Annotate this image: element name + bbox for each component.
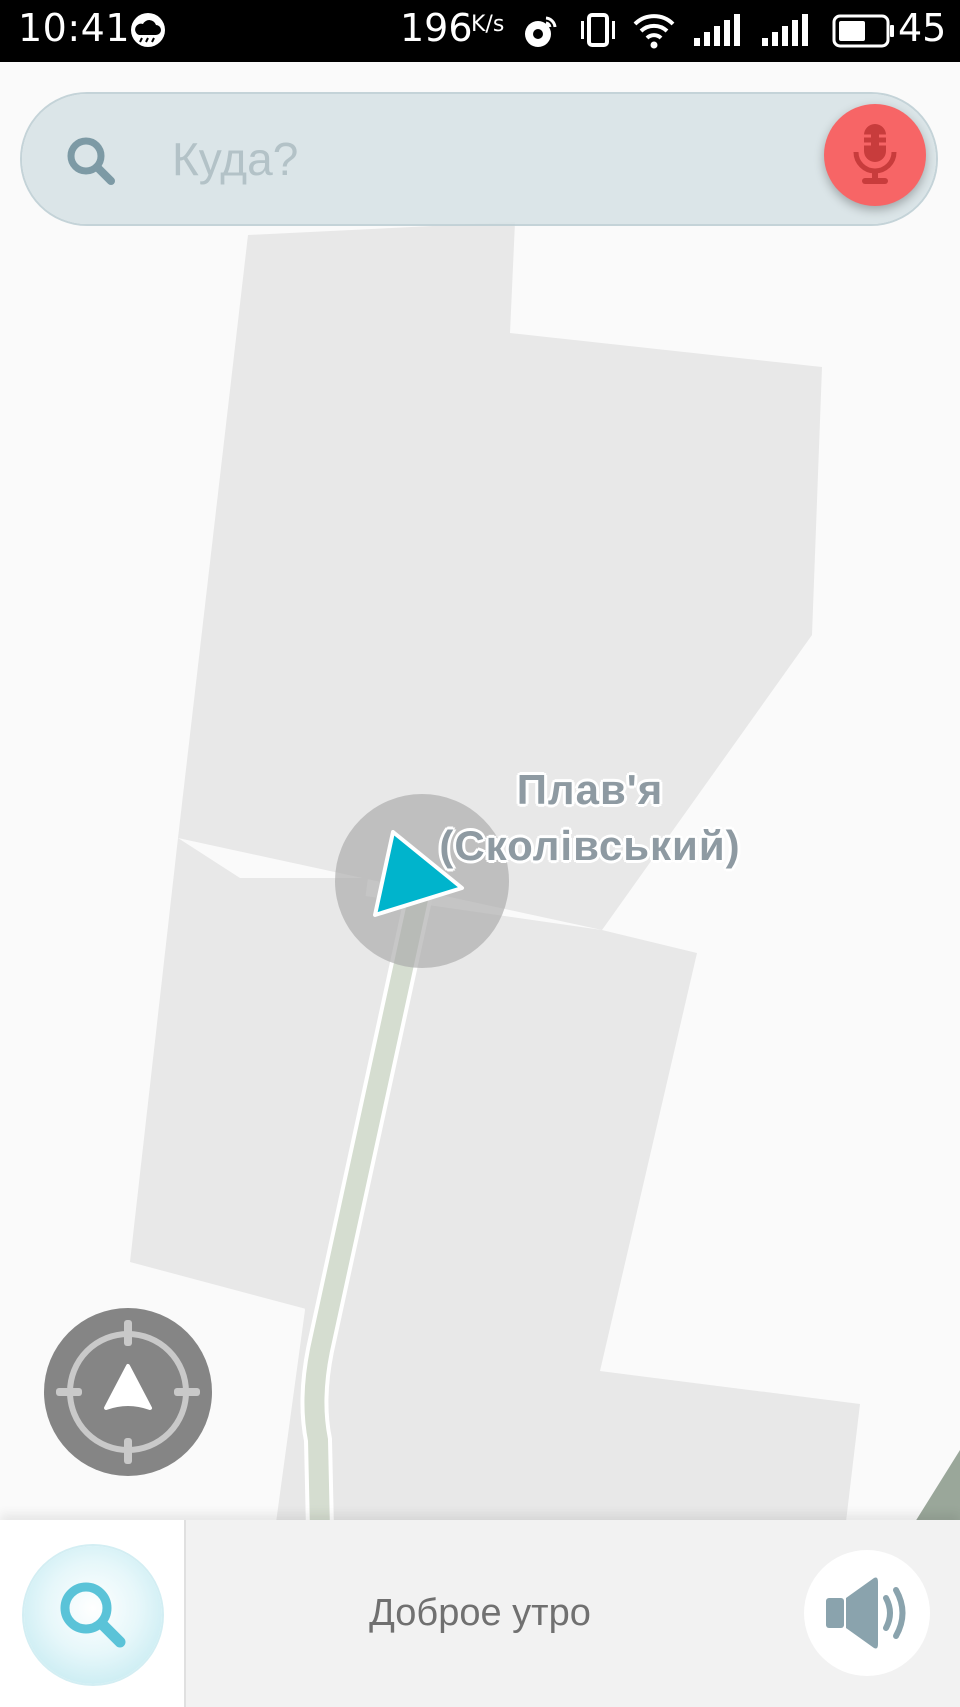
waze-map-screen: 10:41 196 K/s 45 Плав'я (Сколівський) Ку… bbox=[0, 0, 960, 1707]
location-sync-icon bbox=[525, 16, 557, 47]
place-label-name: Плав'я bbox=[516, 766, 664, 813]
weather-cloud-icon bbox=[131, 13, 165, 47]
recenter-button[interactable] bbox=[44, 1308, 212, 1476]
sound-button[interactable] bbox=[804, 1550, 930, 1676]
wifi-icon bbox=[633, 14, 675, 49]
vibrate-icon bbox=[581, 13, 615, 47]
network-speed: 196 bbox=[400, 6, 473, 50]
voice-search-button[interactable] bbox=[824, 104, 926, 206]
search-input[interactable] bbox=[170, 122, 814, 196]
bottom-bar: Доброе утро bbox=[0, 1520, 960, 1707]
compass-target-icon bbox=[56, 1320, 200, 1464]
bottom-search-button[interactable] bbox=[24, 1546, 162, 1684]
network-speed-unit: K/s bbox=[471, 12, 505, 37]
place-label: Плав'я (Сколівський) bbox=[400, 762, 780, 874]
speaker-icon bbox=[826, 1577, 906, 1649]
search-icon bbox=[60, 1582, 126, 1648]
place-label-region: (Сколівський) bbox=[439, 822, 741, 869]
map-view[interactable]: Плав'я (Сколівський) bbox=[0, 62, 960, 1520]
status-time: 10:41 bbox=[18, 6, 131, 50]
microphone-icon bbox=[853, 124, 897, 184]
search-icon bbox=[67, 137, 115, 185]
search-bar[interactable] bbox=[22, 94, 936, 224]
bottom-search-panel bbox=[0, 1520, 186, 1707]
signal-icon bbox=[694, 14, 740, 46]
greeting-text: Доброе утро bbox=[369, 1592, 591, 1634]
signal-icon bbox=[762, 14, 808, 46]
battery-icon bbox=[832, 14, 894, 48]
status-bar: 10:41 196 K/s 45 bbox=[0, 0, 960, 62]
battery-level: 45 bbox=[898, 6, 947, 50]
